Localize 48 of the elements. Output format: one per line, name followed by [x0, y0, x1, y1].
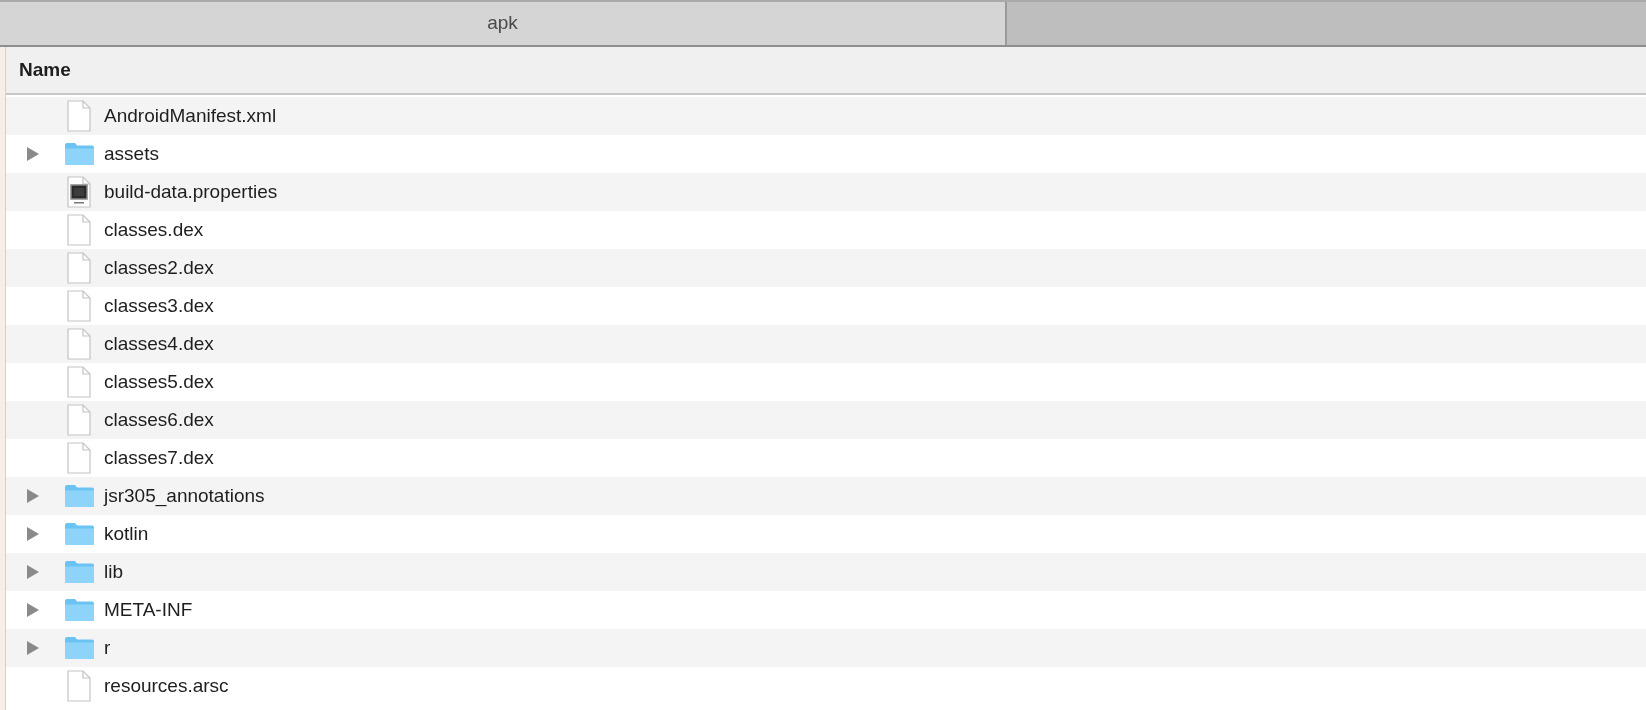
- file-row[interactable]: build-data.properties: [6, 173, 1646, 211]
- file-icon: [67, 214, 91, 246]
- file-name: classes6.dex: [103, 407, 214, 432]
- tab[interactable]: apk: [0, 2, 1007, 45]
- folder-icon: [63, 522, 95, 546]
- disclosure-triangle-icon[interactable]: [26, 488, 40, 504]
- java-file-icon: [67, 176, 91, 208]
- file-row[interactable]: jsr305_annotations: [6, 477, 1646, 515]
- file-icon: [67, 328, 91, 360]
- file-icon: [67, 252, 91, 284]
- file-icon: [67, 442, 91, 474]
- file-name: classes5.dex: [103, 369, 214, 394]
- file-icon: [67, 290, 91, 322]
- disclosure-triangle-icon[interactable]: [26, 146, 40, 162]
- file-row[interactable]: classes6.dex: [6, 401, 1646, 439]
- file-row[interactable]: r: [6, 629, 1646, 667]
- disclosure-triangle-icon[interactable]: [26, 602, 40, 618]
- disclosure-triangle-icon[interactable]: [26, 564, 40, 580]
- file-name: META-INF: [103, 597, 193, 622]
- file-icon: [67, 404, 91, 436]
- file-name: AndroidManifest.xml: [103, 103, 277, 128]
- file-name: kotlin: [103, 521, 149, 546]
- file-row[interactable]: classes2.dex: [6, 249, 1646, 287]
- file-name: classes3.dex: [103, 293, 214, 318]
- column-header[interactable]: Name: [6, 55, 71, 85]
- file-name: r: [103, 635, 111, 660]
- file-row[interactable]: AndroidManifest.xml: [6, 97, 1646, 135]
- folder-icon: [63, 598, 95, 622]
- file-name: classes.dex: [103, 217, 204, 242]
- file-row[interactable]: classes4.dex: [6, 325, 1646, 363]
- file-name: lib: [103, 559, 123, 584]
- folder-icon: [63, 636, 95, 660]
- file-name: jsr305_annotations: [102, 483, 265, 509]
- folder-icon: [63, 484, 95, 508]
- file-name: classes4.dex: [103, 331, 214, 356]
- file-row[interactable]: lib: [6, 553, 1646, 591]
- folder-icon: [63, 560, 95, 584]
- file-name: assets: [103, 141, 159, 166]
- disclosure-triangle-icon[interactable]: [26, 526, 40, 542]
- file-icon: [67, 100, 91, 132]
- file-icon: [67, 670, 91, 702]
- disclosure-triangle-icon[interactable]: [26, 640, 40, 656]
- file-name: resources.arsc: [103, 673, 229, 698]
- file-icon: [67, 366, 91, 398]
- file-name: build-data.properties: [103, 179, 278, 204]
- file-name: classes2.dex: [103, 255, 214, 280]
- file-name: classes7.dex: [103, 445, 214, 470]
- folder-icon: [63, 142, 95, 166]
